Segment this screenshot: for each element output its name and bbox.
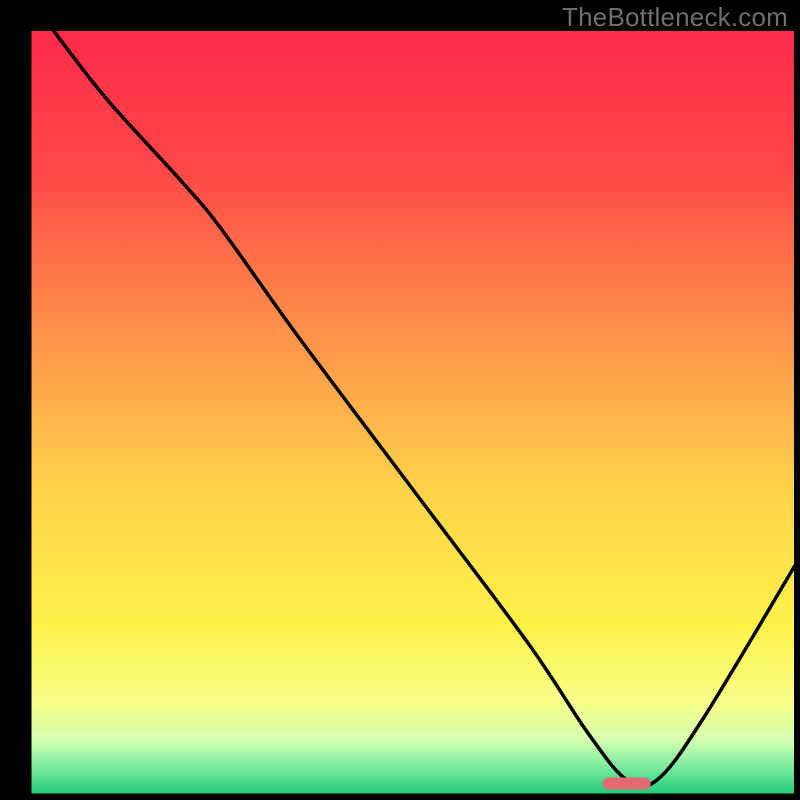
- chart-canvas: TheBottleneck.com: [0, 0, 800, 800]
- watermark-text: TheBottleneck.com: [562, 2, 788, 33]
- chart-svg: [0, 0, 800, 800]
- plot-background: [30, 30, 795, 795]
- optimal-marker: [603, 778, 651, 790]
